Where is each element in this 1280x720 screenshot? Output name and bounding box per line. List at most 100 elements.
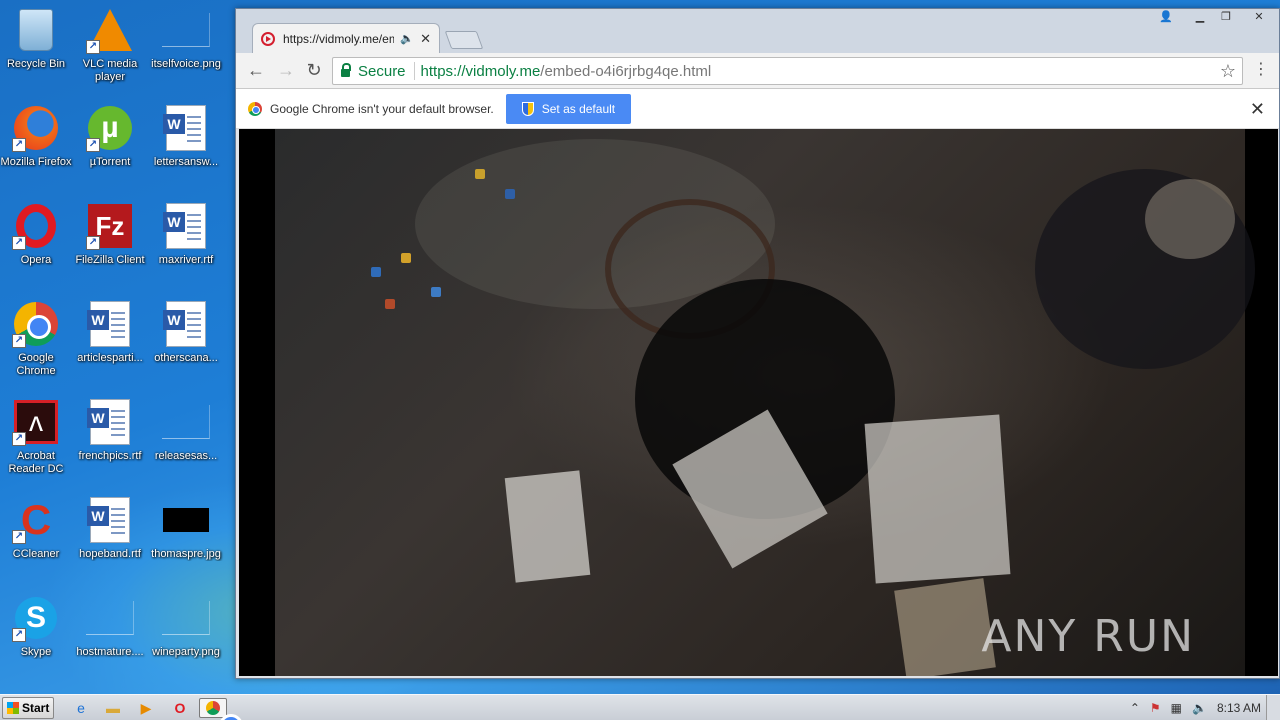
desktop-icon-acrobat[interactable]: ᴧ ↗ Acrobat Reader DC [0,398,74,476]
video-scene-drawing [864,414,1011,584]
desktop-icon-skype[interactable]: S ↗ Skype [0,594,74,659]
shortcut-arrow-icon: ↗ [12,628,26,642]
video-scene-toy [371,267,381,277]
desktop-icon-lettersansw[interactable]: lettersansw... [148,104,224,169]
desktop-icon-label: lettersansw... [153,156,219,168]
desktop-icon-chrome[interactable]: ↗ Google Chrome [0,300,74,378]
video-scene-toy [401,253,411,263]
chrome-icon [248,101,262,116]
desktop-icon-wineparty[interactable]: wineparty.png [148,594,224,659]
desktop-icon-label: thomaspre.jpg [151,548,221,560]
image-file-icon [163,508,209,532]
windows-logo-icon [7,702,19,714]
video-frame[interactable]: ANY RUN [275,129,1255,676]
address-bar[interactable]: Secure https://vidmoly.me /embed-o4i6rjr… [332,57,1243,85]
bookmark-star-icon[interactable]: ☆ [1220,61,1236,82]
word-doc-icon [87,497,130,543]
desktop-icon-label: releasesas... [154,450,218,462]
system-tray: ⌃ ⚑ ▦ 🔈 8:13 AM [1125,695,1280,720]
desktop-icon-utorrent[interactable]: µ ↗ µTorrent [72,104,148,169]
desktop-icon-label: articlesparti... [77,352,143,364]
shortcut-arrow-icon: ↗ [12,138,26,152]
desktop-icon-otherscana[interactable]: otherscana... [148,300,224,365]
image-file-icon [162,405,210,439]
desktop-icon-recycle-bin[interactable]: Recycle Bin [0,6,74,71]
start-button[interactable]: Start [2,697,54,719]
window-controls: ▁ ❐ ✕ [1187,9,1279,27]
word-doc-icon [87,301,130,347]
network-icon[interactable]: ▦ [1171,701,1182,715]
minimize-button[interactable]: ▁ [1187,9,1213,27]
chrome-menu-button[interactable]: ⋮ [1253,61,1269,79]
video-scene-toy [385,299,395,309]
back-button[interactable]: ← [244,59,268,83]
chrome-icon [206,701,243,720]
secure-label[interactable]: Secure [358,63,406,80]
desktop-icon-label: hostmature.... [76,646,144,658]
volume-icon[interactable]: 🔈 [1192,701,1207,715]
vidmoly-favicon-icon [261,31,275,46]
desktop-icon-hopeband[interactable]: hopeband.rtf [72,496,148,561]
tab-close-button[interactable]: ✕ [420,31,431,47]
shortcut-arrow-icon: ↗ [86,138,100,152]
tab-vidmoly[interactable]: https://vidmoly.me/emb 🔈 ✕ [252,23,440,53]
word-doc-icon [163,301,206,347]
desktop-icon-label: hopeband.rtf [79,548,141,560]
desktop-icon-filezilla[interactable]: Fz ↗ FileZilla Client [72,202,148,267]
desktop-icon-vlc[interactable]: ↗ VLC media player [72,6,148,84]
clock[interactable]: 8:13 AM [1217,701,1261,715]
show-hidden-icons-button[interactable]: ⌃ [1130,701,1140,715]
video-scene-toy [431,287,441,297]
desktop-icon-label: µTorrent [89,156,131,168]
tab-strip: https://vidmoly.me/emb 🔈 ✕ 👤 ▁ ❐ ✕ [236,9,1279,53]
browser-toolbar: ← → ↻ Secure https://vidmoly.me /embed-o… [236,53,1279,89]
start-label: Start [22,701,50,715]
desktop-icon-label: CCleaner [12,548,60,560]
speaker-icon[interactable]: 🔈 [400,32,414,45]
new-tab-button[interactable] [444,31,484,49]
desktop-icon-releasesas[interactable]: releasesas... [148,398,224,463]
security-flag-icon[interactable]: ⚑ [1150,701,1161,715]
desktop-icon-firefox[interactable]: ↗ Mozilla Firefox [0,104,74,169]
set-as-default-button[interactable]: Set as default [505,93,632,124]
restore-button[interactable]: ❐ [1213,9,1239,27]
desktop-icon-label: VLC media player [82,58,138,83]
internet-explorer-icon[interactable]: e [70,698,92,718]
forward-button[interactable]: → [274,59,298,83]
reload-button[interactable]: ↻ [302,59,326,83]
video-scene-book [504,470,591,583]
desktop-icon-ccleaner[interactable]: C ↗ CCleaner [0,496,74,561]
desktop-icon-opera[interactable]: ↗ Opera [0,202,74,267]
desktop-icon-frenchpics[interactable]: frenchpics.rtf [72,398,148,463]
desktop-icon-label: maxriver.rtf [158,254,214,266]
desktop-icon-articlesparti[interactable]: articlesparti... [72,300,148,365]
desktop-icon-label: frenchpics.rtf [78,450,142,462]
chrome-taskbar-button[interactable] [199,698,243,720]
image-file-icon [86,601,134,635]
anyrun-watermark: ANY RUN [981,611,1195,662]
watermark-text: ANY RUN [981,611,1195,662]
omnibox-separator [413,62,415,80]
video-player[interactable]: ANY RUN [239,129,1278,676]
profile-icon[interactable]: 👤 [1153,9,1179,27]
image-file-icon [162,601,210,635]
infobar-close-button[interactable]: ✕ [1250,99,1265,120]
image-file-icon [162,13,210,47]
opera-icon[interactable]: O [169,698,191,718]
shortcut-arrow-icon: ↗ [86,40,100,54]
desktop-icon-label: FileZilla Client [75,254,145,266]
desktop-icon-thomaspre[interactable]: thomaspre.jpg [148,496,224,561]
desktop-icon-itselfvoice[interactable]: itselfvoice.png [148,6,224,71]
explorer-folder-icon[interactable]: ▬ [102,698,124,718]
desktop-icon-maxriver[interactable]: maxriver.rtf [148,202,224,267]
media-player-icon[interactable]: ▶ [135,698,157,718]
word-doc-icon [87,399,130,445]
recycle-bin-icon [19,9,53,51]
infobar-message: Google Chrome isn't your default browser… [270,101,494,116]
desktop-icon-hostmature[interactable]: hostmature.... [72,594,148,659]
desktop-icon-label: itselfvoice.png [151,58,221,70]
show-desktop-button[interactable] [1266,695,1280,720]
close-window-button[interactable]: ✕ [1239,9,1279,27]
lock-icon [341,63,351,77]
taskbar: Start e ▬ ▶ O ⌃ ⚑ ▦ 🔈 8:13 AM [0,694,1280,720]
